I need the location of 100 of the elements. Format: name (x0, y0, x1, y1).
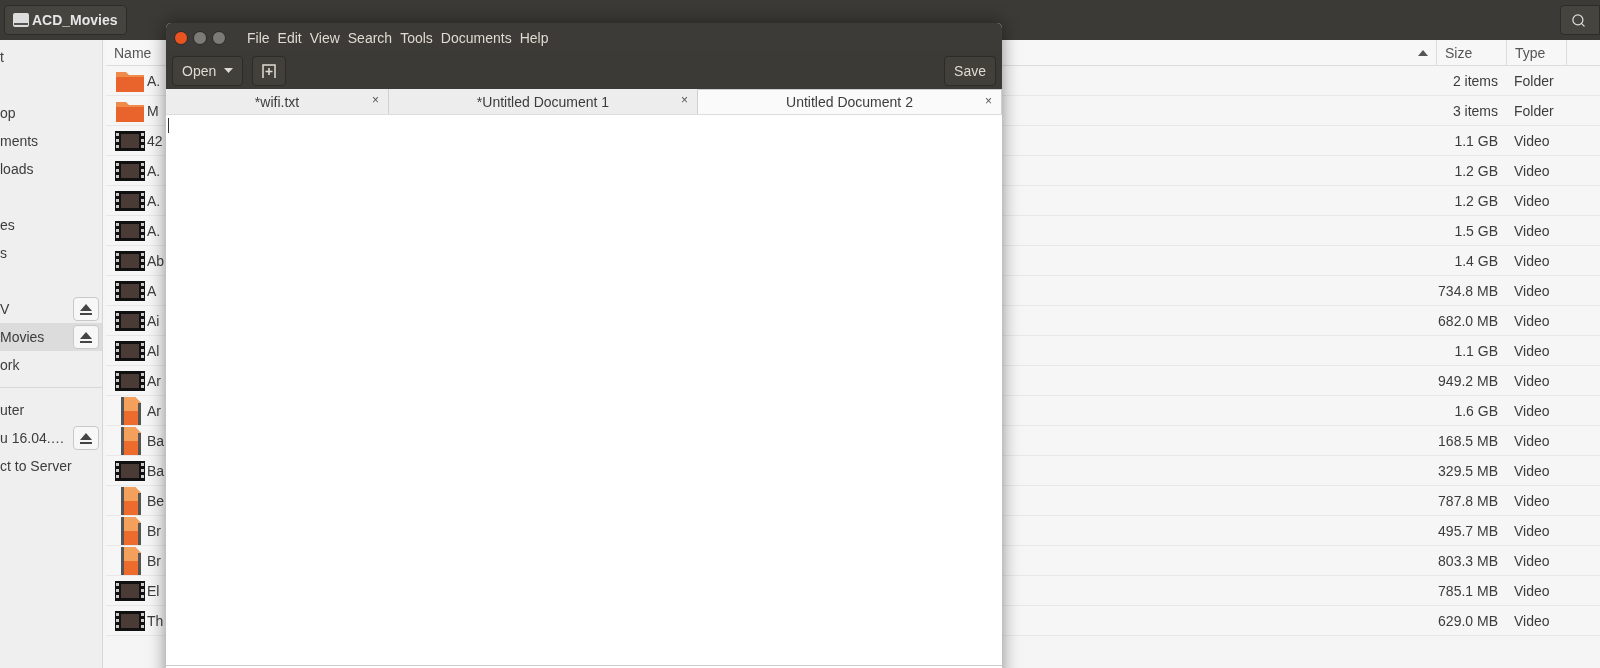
close-tab-button[interactable]: × (985, 94, 992, 108)
file-type: Video (1513, 402, 1551, 419)
file-type: Video (1513, 582, 1551, 599)
file-size: 785.1 MB (1437, 582, 1499, 599)
search-icon (1571, 12, 1586, 28)
sidebar-item[interactable]: u 16.04.… (0, 424, 102, 452)
location-button[interactable]: ACD_Movies (4, 5, 127, 35)
file-name: Ba (147, 462, 165, 479)
search-button[interactable] (1560, 5, 1600, 35)
file-name: Ai (147, 312, 160, 329)
file-type: Video (1513, 462, 1551, 479)
new-document-icon (262, 63, 277, 78)
file-name: A. (147, 72, 161, 89)
text-cursor (168, 118, 169, 133)
save-button[interactable]: Save (944, 55, 996, 86)
sidebar-item[interactable]: s (0, 239, 102, 267)
eject-button[interactable] (73, 426, 99, 450)
drive-icon (13, 13, 29, 27)
film-thumbnail-icon (115, 220, 145, 241)
file-type: Video (1513, 252, 1551, 269)
menu-item[interactable]: Help (515, 29, 553, 46)
sidebar-item[interactable]: loads (0, 155, 102, 183)
film-thumbnail-icon (115, 460, 145, 481)
menu-item[interactable]: Documents (436, 29, 516, 46)
file-type: Video (1513, 372, 1551, 389)
file-size: 1.6 GB (1453, 402, 1499, 419)
menu-item[interactable]: Tools (396, 29, 437, 46)
maximize-button[interactable] (212, 30, 226, 45)
file-name: Ar (147, 402, 161, 419)
file-type: Video (1513, 522, 1551, 539)
film-thumbnail-icon (115, 610, 145, 631)
file-size: 3 items (1451, 102, 1499, 119)
sidebar-item[interactable]: ork (0, 351, 102, 379)
file-name: El (147, 582, 160, 599)
file-name: Br (147, 552, 161, 569)
file-type: Video (1513, 312, 1551, 329)
file-size: 682.0 MB (1437, 312, 1499, 329)
menu-item[interactable]: Edit (273, 29, 306, 46)
column-header[interactable]: Size (1445, 44, 1473, 61)
film-thumbnail-icon (115, 370, 145, 391)
minimize-button[interactable] (193, 30, 207, 45)
file-type: Video (1513, 552, 1551, 569)
file-size: 1.2 GB (1453, 192, 1499, 209)
open-button[interactable]: Open (172, 55, 244, 86)
file-type: Video (1513, 342, 1551, 359)
file-name: A. (147, 222, 161, 239)
eject-button[interactable] (73, 325, 99, 349)
file-type: Video (1513, 432, 1551, 449)
file-name: Br (147, 522, 161, 539)
sidebar-item[interactable]: uter (0, 396, 102, 424)
film-thumbnail-icon (115, 190, 145, 211)
sidebar-item[interactable]: es (0, 211, 102, 239)
film-thumbnail-icon (115, 340, 145, 361)
file-name: Ba (147, 432, 165, 449)
sidebar-item[interactable]: ct to Server (0, 452, 102, 480)
sidebar-item[interactable]: Movies (0, 323, 102, 351)
sidebar-item[interactable]: t (0, 43, 102, 71)
film-thumbnail-icon (115, 280, 145, 301)
file-type: Video (1513, 492, 1551, 509)
eject-button[interactable] (73, 297, 99, 321)
sidebar-item[interactable]: ments (0, 127, 102, 155)
document-tab[interactable]: Untitled Document 2 × (698, 89, 1002, 114)
file-name: Th (147, 612, 164, 629)
column-header[interactable]: Type (1515, 44, 1546, 61)
file-name: Ar (147, 372, 161, 389)
menu-item[interactable]: File (243, 29, 274, 46)
file-name: A. (147, 192, 161, 209)
close-tab-button[interactable]: × (681, 93, 688, 107)
film-thumbnail-icon (115, 130, 145, 151)
file-name: Al (147, 342, 160, 359)
file-size: 1.1 GB (1453, 132, 1499, 149)
close-button[interactable] (174, 30, 188, 45)
sidebar-item[interactable]: op (0, 99, 102, 127)
film-thumbnail-icon (115, 160, 145, 181)
file-type: Video (1513, 222, 1551, 239)
menu-item[interactable]: Search (343, 29, 397, 46)
sidebar-item[interactable]: V (0, 295, 102, 323)
file-size: 629.0 MB (1437, 612, 1499, 629)
file-size: 734.8 MB (1437, 282, 1499, 299)
menu-item[interactable]: View (305, 29, 344, 46)
close-tab-button[interactable]: × (372, 93, 379, 107)
eject-icon (80, 331, 92, 343)
new-tab-button[interactable] (252, 55, 287, 86)
file-size: 803.3 MB (1437, 552, 1499, 569)
file-type: Video (1513, 612, 1551, 629)
file-size: 329.5 MB (1437, 462, 1499, 479)
file-type: Folder (1513, 102, 1555, 119)
file-size: 1.5 GB (1453, 222, 1499, 239)
file-type: Video (1513, 192, 1551, 209)
file-type: Video (1513, 162, 1551, 179)
column-header[interactable]: Name (114, 44, 152, 61)
file-name: Be (147, 492, 165, 509)
file-size: 2 items (1451, 72, 1499, 89)
film-thumbnail-icon (115, 310, 145, 331)
file-type: Video (1513, 282, 1551, 299)
file-size: 1.1 GB (1453, 342, 1499, 359)
file-size: 949.2 MB (1437, 372, 1499, 389)
file-size: 1.4 GB (1453, 252, 1499, 269)
file-size: 495.7 MB (1437, 522, 1499, 539)
file-name: A. (147, 162, 161, 179)
